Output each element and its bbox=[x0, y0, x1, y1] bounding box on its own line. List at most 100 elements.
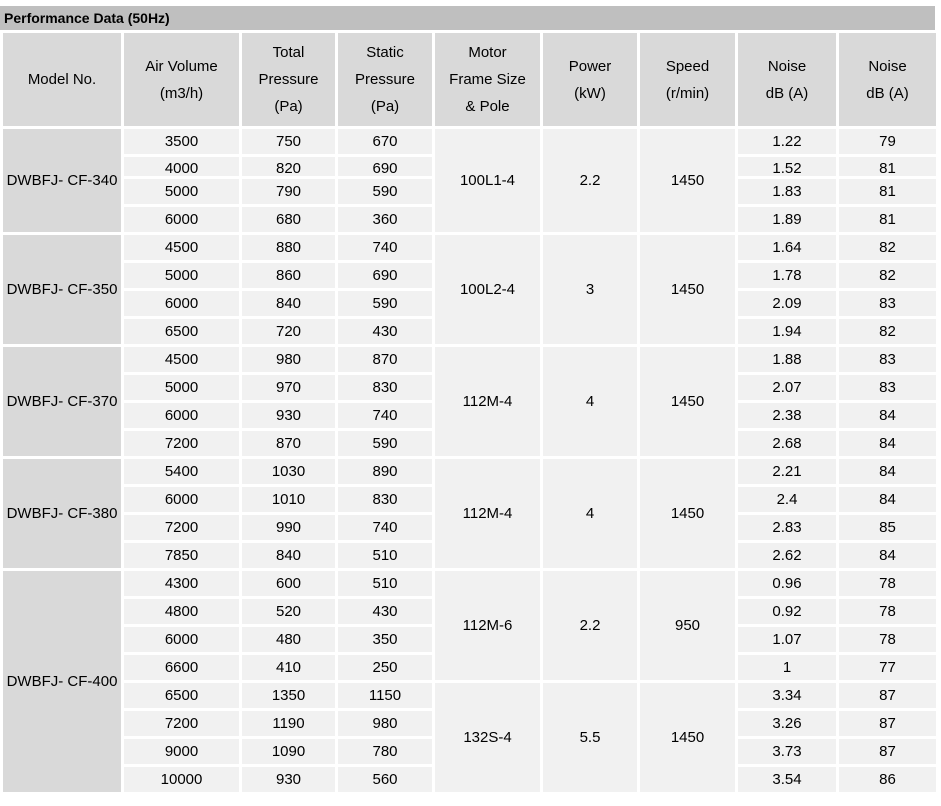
cell-air-volume: 3500 bbox=[124, 129, 239, 154]
cell-total-pressure-value: 680 bbox=[242, 207, 335, 232]
cell-total-pressure: 980 bbox=[242, 347, 335, 372]
header-static-pressure-line: Pressure bbox=[338, 66, 432, 93]
cell-static-pressure: 590 bbox=[338, 179, 432, 204]
cell-static-pressure-value: 740 bbox=[338, 235, 432, 260]
table-row: 650013501150132S-45.514503.3487 bbox=[3, 683, 936, 708]
cell-noise-2: 82 bbox=[839, 235, 936, 260]
cell-air-volume: 6000 bbox=[124, 487, 239, 512]
cell-air-volume-value: 9000 bbox=[124, 739, 239, 764]
cell-air-volume-value: 6000 bbox=[124, 207, 239, 232]
cell-noise-1-value: 1 bbox=[738, 655, 836, 680]
cell-total-pressure: 970 bbox=[242, 375, 335, 400]
cell-air-volume-value: 5000 bbox=[124, 263, 239, 288]
cell-noise-1-value: 2.68 bbox=[738, 431, 836, 456]
cell-static-pressure: 740 bbox=[338, 235, 432, 260]
cell-total-pressure-value: 990 bbox=[242, 515, 335, 540]
header-speed-line: Speed bbox=[640, 53, 735, 80]
cell-noise-1-value: 2.83 bbox=[738, 515, 836, 540]
cell-noise-2: 85 bbox=[839, 515, 936, 540]
cell-total-pressure-value: 980 bbox=[242, 347, 335, 372]
cell-speed: 1450 bbox=[640, 459, 735, 568]
cell-noise-1: 1.78 bbox=[738, 263, 836, 288]
cell-air-volume: 6000 bbox=[124, 207, 239, 232]
cell-total-pressure-value: 840 bbox=[242, 543, 335, 568]
cell-noise-1: 1.52 bbox=[738, 157, 836, 176]
table-row: DWBFJ- CF-4004300600510112M-62.29500.967… bbox=[3, 571, 936, 596]
cell-air-volume: 4500 bbox=[124, 347, 239, 372]
cell-motor-frame: 112M-4 bbox=[435, 347, 540, 456]
cell-static-pressure-value: 690 bbox=[338, 263, 432, 288]
header-static-pressure-line: (Pa) bbox=[338, 93, 432, 120]
cell-total-pressure: 840 bbox=[242, 291, 335, 316]
cell-air-volume-value: 7200 bbox=[124, 711, 239, 736]
model-cell: DWBFJ- CF-350 bbox=[3, 235, 121, 344]
cell-total-pressure: 680 bbox=[242, 207, 335, 232]
cell-total-pressure: 1350 bbox=[242, 683, 335, 708]
cell-air-volume: 7200 bbox=[124, 431, 239, 456]
cell-noise-2: 84 bbox=[839, 487, 936, 512]
cell-static-pressure-value: 670 bbox=[338, 129, 432, 154]
cell-total-pressure: 870 bbox=[242, 431, 335, 456]
cell-noise-1-value: 2.09 bbox=[738, 291, 836, 316]
cell-air-volume: 7200 bbox=[124, 515, 239, 540]
cell-air-volume-value: 4800 bbox=[124, 599, 239, 624]
cell-noise-2: 84 bbox=[839, 431, 936, 456]
cell-noise-2-value: 81 bbox=[839, 157, 936, 176]
cell-noise-2-value: 84 bbox=[839, 459, 936, 484]
header-motor-frame-line: Motor bbox=[435, 39, 540, 66]
cell-noise-1-value: 2.4 bbox=[738, 487, 836, 512]
cell-total-pressure-value: 720 bbox=[242, 319, 335, 344]
cell-noise-1-value: 1.22 bbox=[738, 129, 836, 154]
cell-static-pressure: 590 bbox=[338, 431, 432, 456]
cell-noise-2-value: 84 bbox=[839, 431, 936, 456]
cell-noise-1-value: 2.21 bbox=[738, 459, 836, 484]
cell-static-pressure: 690 bbox=[338, 157, 432, 176]
cell-noise-1: 1.22 bbox=[738, 129, 836, 154]
cell-total-pressure: 880 bbox=[242, 235, 335, 260]
cell-noise-1: 0.96 bbox=[738, 571, 836, 596]
cell-total-pressure: 750 bbox=[242, 129, 335, 154]
cell-noise-1-value: 2.07 bbox=[738, 375, 836, 400]
cell-noise-2: 82 bbox=[839, 319, 936, 344]
cell-air-volume: 7850 bbox=[124, 543, 239, 568]
cell-total-pressure-value: 840 bbox=[242, 291, 335, 316]
cell-noise-1: 1 bbox=[738, 655, 836, 680]
header-speed-line: (r/min) bbox=[640, 80, 735, 107]
header-motor-frame-line: Frame Size bbox=[435, 66, 540, 93]
cell-total-pressure: 1010 bbox=[242, 487, 335, 512]
cell-noise-1: 0.92 bbox=[738, 599, 836, 624]
cell-static-pressure-value: 1150 bbox=[338, 683, 432, 708]
cell-air-volume: 6500 bbox=[124, 319, 239, 344]
header-air-volume-line: Air Volume bbox=[124, 53, 239, 80]
cell-noise-1-value: 0.92 bbox=[738, 599, 836, 624]
cell-air-volume: 5000 bbox=[124, 375, 239, 400]
cell-power: 2.2 bbox=[543, 129, 637, 232]
cell-static-pressure-value: 590 bbox=[338, 179, 432, 204]
page: Performance Data (50Hz) Model No.Air Vol… bbox=[0, 0, 941, 795]
cell-total-pressure: 410 bbox=[242, 655, 335, 680]
cell-speed: 1450 bbox=[640, 235, 735, 344]
cell-static-pressure-value: 560 bbox=[338, 767, 432, 792]
cell-air-volume: 5000 bbox=[124, 263, 239, 288]
cell-total-pressure-value: 750 bbox=[242, 129, 335, 154]
cell-noise-1: 2.21 bbox=[738, 459, 836, 484]
cell-noise-2: 83 bbox=[839, 347, 936, 372]
cell-motor-frame: 100L1-4 bbox=[435, 129, 540, 232]
cell-air-volume-value: 4500 bbox=[124, 347, 239, 372]
cell-total-pressure: 840 bbox=[242, 543, 335, 568]
cell-static-pressure: 870 bbox=[338, 347, 432, 372]
cell-total-pressure-value: 930 bbox=[242, 767, 335, 792]
cell-noise-2-value: 83 bbox=[839, 375, 936, 400]
cell-noise-1: 1.94 bbox=[738, 319, 836, 344]
cell-static-pressure: 560 bbox=[338, 767, 432, 792]
cell-static-pressure: 1150 bbox=[338, 683, 432, 708]
model-cell: DWBFJ- CF-400 bbox=[3, 571, 121, 792]
cell-noise-1-value: 1.94 bbox=[738, 319, 836, 344]
cell-air-volume-value: 7850 bbox=[124, 543, 239, 568]
cell-noise-2: 86 bbox=[839, 767, 936, 792]
cell-noise-1: 3.26 bbox=[738, 711, 836, 736]
cell-noise-2: 83 bbox=[839, 375, 936, 400]
cell-noise-1-value: 1.78 bbox=[738, 263, 836, 288]
cell-noise-2-value: 78 bbox=[839, 571, 936, 596]
cell-noise-2-value: 77 bbox=[839, 655, 936, 680]
